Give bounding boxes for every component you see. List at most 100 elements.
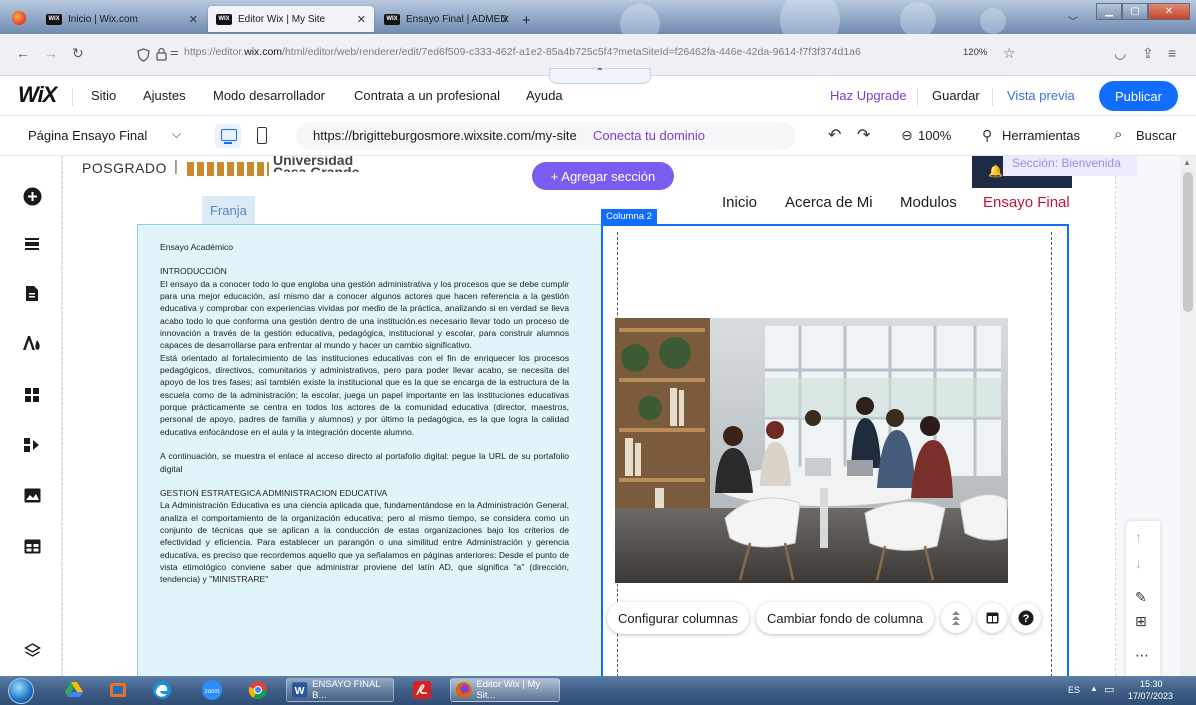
- network-icon[interactable]: ▭: [1104, 683, 1114, 696]
- toolbar-collapse-handle[interactable]: ⌃: [549, 68, 651, 84]
- menu-modo-desarrollador[interactable]: Modo desarrollador: [213, 88, 325, 103]
- shield-icon[interactable]: [137, 48, 150, 62]
- tools-button[interactable]: Herramientas: [1002, 128, 1080, 143]
- site-nav-inicio[interactable]: Inicio: [722, 194, 757, 211]
- site-nav-modulos[interactable]: Modulos: [900, 194, 957, 211]
- maximize-icon[interactable]: ▢: [1122, 3, 1148, 20]
- move-up-icon[interactable]: ↑: [1135, 529, 1142, 545]
- publish-button[interactable]: Publicar: [1099, 81, 1178, 111]
- upgrade-link[interactable]: Haz Upgrade: [830, 88, 907, 103]
- layers-icon[interactable]: [22, 640, 42, 660]
- layout-icon[interactable]: [977, 603, 1007, 633]
- zoom-level[interactable]: 100%: [918, 128, 951, 143]
- pages-icon[interactable]: [22, 283, 42, 303]
- lock-icon[interactable]: [156, 47, 167, 61]
- university-logo-icon: [187, 162, 269, 176]
- clock-time[interactable]: 15:30: [1140, 679, 1163, 689]
- preview-button[interactable]: Vista previa: [1007, 88, 1075, 103]
- change-column-background-button[interactable]: Cambiar fondo de columna: [756, 602, 934, 634]
- menu-sitio[interactable]: Sitio: [91, 88, 116, 103]
- close-tab-icon[interactable]: ✕: [357, 13, 366, 26]
- media-icon[interactable]: [22, 485, 42, 505]
- url-bar[interactable]: https://editor.wix.com/html/editor/web/r…: [184, 46, 954, 58]
- browser-tab-ensayo[interactable]: WIX Ensayo Final | ADMEDUCDZM ✕: [376, 6, 518, 32]
- add-section-icon[interactable]: [22, 234, 42, 254]
- tray-expand-icon[interactable]: ▲: [1090, 684, 1098, 693]
- page-selector[interactable]: Página Ensayo Final: [28, 128, 147, 143]
- add-elements-icon[interactable]: [22, 186, 42, 206]
- close-tab-icon[interactable]: ✕: [189, 13, 198, 26]
- desktop-view-icon[interactable]: [215, 124, 241, 148]
- help-icon[interactable]: ?: [1011, 603, 1041, 633]
- pocket-icon[interactable]: ◡: [1114, 45, 1126, 62]
- list-tabs-chevron-icon[interactable]: ﹀: [1068, 13, 1078, 28]
- firefox-menu-icon[interactable]: [12, 11, 26, 25]
- wix-logo[interactable]: WiX: [18, 82, 57, 108]
- mobile-view-icon[interactable]: [257, 127, 267, 144]
- left-sidebar: [0, 156, 62, 676]
- connect-domain-link[interactable]: Conecta tu dominio: [593, 128, 705, 143]
- strip-label[interactable]: Franja: [202, 196, 255, 224]
- grid-layout-icon[interactable]: ⊞: [1135, 613, 1147, 630]
- edit-pencil-icon[interactable]: ✎: [1135, 589, 1147, 606]
- chrome-icon[interactable]: [246, 679, 270, 701]
- wallpaper-bokeh: [980, 8, 1006, 34]
- clock-date[interactable]: 17/07/2023: [1128, 691, 1173, 701]
- paragraph: El ensayo da a conocer todo lo que englo…: [160, 278, 569, 351]
- bookmark-star-icon[interactable]: ☆: [1003, 45, 1016, 62]
- zoom-out-icon[interactable]: ⊖: [901, 127, 913, 144]
- browser-tab-inicio[interactable]: WIX Inicio | Wix.com ✕: [38, 6, 206, 32]
- apps-icon[interactable]: [22, 385, 42, 405]
- office-meeting-photo[interactable]: [615, 318, 1008, 583]
- taskbar-firefox-window[interactable]: Editor Wix | My Sit...: [450, 678, 560, 702]
- zoom-app-icon[interactable]: zoom: [200, 679, 224, 701]
- site-nav-ensayo-final[interactable]: Ensayo Final: [983, 194, 1070, 211]
- search-button[interactable]: Buscar: [1136, 128, 1176, 143]
- animation-icon[interactable]: [941, 603, 971, 633]
- menu-ayuda[interactable]: Ayuda: [526, 88, 563, 103]
- edge-browser-icon[interactable]: [150, 679, 174, 701]
- site-nav-acerca[interactable]: Acerca de Mi: [785, 194, 873, 211]
- canvas-scrollbar-thumb[interactable]: [1183, 172, 1193, 312]
- reload-icon[interactable]: ↻: [72, 45, 84, 62]
- close-window-icon[interactable]: ✕: [1148, 3, 1190, 20]
- column-1-essay[interactable]: Ensayo Académico INTRODUCCIÓN El ensayo …: [137, 224, 603, 676]
- minimize-icon[interactable]: ▁: [1096, 3, 1122, 20]
- more-options-icon[interactable]: ⋯: [1135, 647, 1149, 664]
- browser-tab-editor[interactable]: WIX Editor Wix | My Site ✕: [208, 6, 374, 32]
- configure-columns-button[interactable]: Configurar columnas: [607, 602, 749, 634]
- divider: [72, 88, 73, 106]
- language-indicator[interactable]: ES: [1068, 685, 1080, 695]
- column-2-label[interactable]: Columna 2: [601, 209, 657, 224]
- move-down-icon[interactable]: ↓: [1135, 555, 1142, 571]
- undo-icon[interactable]: ↶: [828, 125, 841, 145]
- share-icon[interactable]: ⇪: [1142, 45, 1154, 62]
- business-apps-icon[interactable]: [22, 435, 42, 455]
- essay-text-block[interactable]: Ensayo Académico INTRODUCCIÓN El ensayo …: [160, 241, 569, 586]
- new-tab-icon[interactable]: +: [522, 12, 531, 29]
- section-name-label[interactable]: Sección: Bienvenida: [1012, 156, 1121, 170]
- tools-icon[interactable]: ⚲: [982, 127, 992, 144]
- menu-hamburger-icon[interactable]: ≡: [1168, 45, 1176, 61]
- taskbar-word-document[interactable]: W ENSAYO FINAL B...: [286, 678, 394, 702]
- add-section-button[interactable]: + Agregar sección: [532, 162, 674, 190]
- forward-arrow-icon[interactable]: →: [44, 45, 58, 61]
- media-app-icon[interactable]: [106, 679, 130, 701]
- google-drive-icon[interactable]: [62, 679, 86, 701]
- redo-icon[interactable]: ↷: [857, 125, 870, 145]
- scroll-up-icon[interactable]: ▲: [1183, 158, 1191, 167]
- save-button[interactable]: Guardar: [932, 88, 980, 103]
- search-icon[interactable]: ⌕: [1114, 126, 1122, 143]
- divider: [917, 88, 918, 106]
- back-arrow-icon[interactable]: ←: [16, 45, 30, 61]
- menu-ajustes[interactable]: Ajustes: [143, 88, 186, 103]
- close-tab-icon[interactable]: ✕: [501, 13, 510, 26]
- menu-contrata-profesional[interactable]: Contrata a un profesional: [354, 88, 500, 103]
- chevron-down-icon[interactable]: ⌵: [172, 127, 181, 142]
- zoom-level-badge[interactable]: 120%: [963, 47, 987, 58]
- cms-table-icon[interactable]: [22, 536, 42, 556]
- site-design-icon[interactable]: [22, 333, 42, 353]
- start-button-icon[interactable]: [8, 678, 34, 704]
- pdf-reader-icon[interactable]: [410, 679, 434, 701]
- permissions-icon[interactable]: ⚌: [170, 47, 179, 58]
